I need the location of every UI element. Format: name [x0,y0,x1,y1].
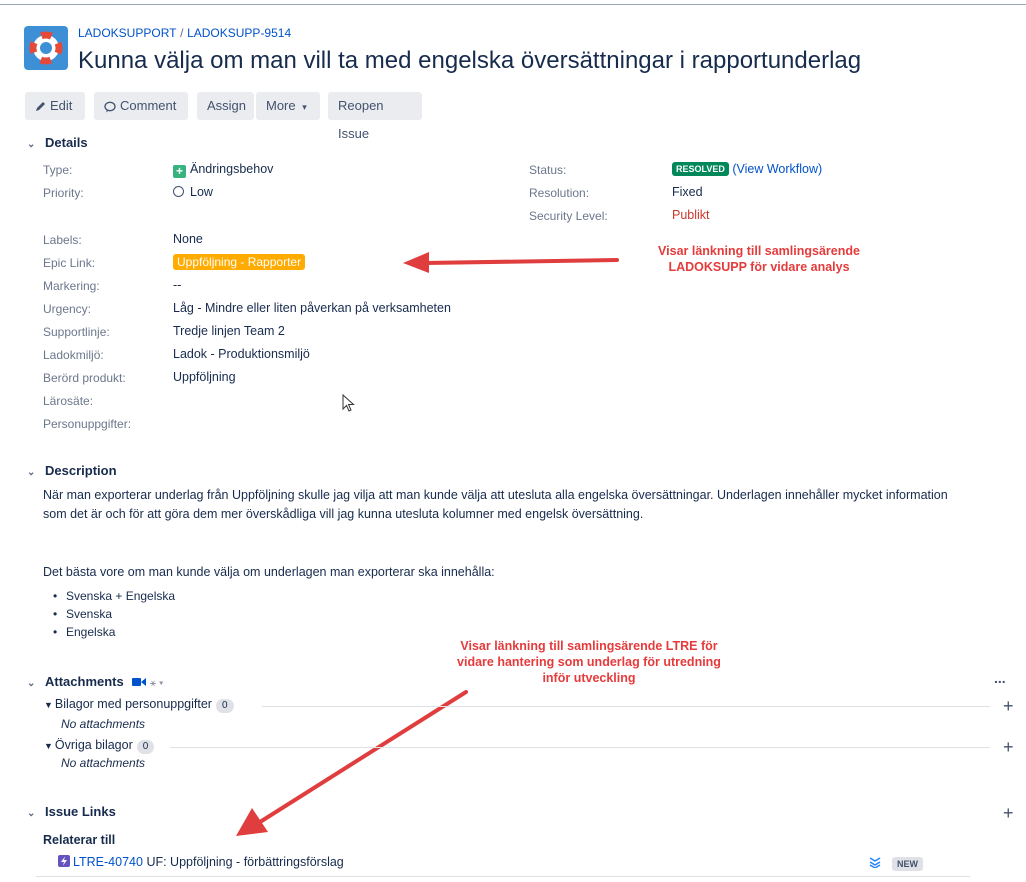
issue-title[interactable]: Kunna välja om man vill ta med engelska … [78,47,861,75]
personuppgifter-label: Personuppgifter: [43,417,132,431]
status-value: RESOLVED (View Workflow) [672,162,822,176]
comment-icon [104,101,116,113]
chevron-down-icon: ⌄ [27,808,36,819]
divider [36,876,970,877]
priority-lowest-icon [869,857,881,868]
priority-value: Low [173,185,213,199]
description-text-line-1: När man exporterar underlag från Uppfölj… [43,488,948,502]
project-avatar-icon[interactable] [24,26,68,70]
attachments-toggle[interactable]: ⌄ Attachments ⚹ ▾ [27,674,164,689]
chevron-down-icon: ▼ [44,741,53,751]
attachment-options-icon[interactable]: ⚹ ▾ [150,678,164,689]
no-attachments-text: No attachments [61,756,146,770]
attachment-group-bilagor-med-personuppgifter[interactable]: ▼ Bilagor med personuppgifter 0 [44,697,234,713]
type-value: + Ändringsbehov [173,162,273,178]
epic-link-badge[interactable]: Uppföljning - Rapporter [173,254,306,270]
description-text-line-2: som det är och för att göra dem mer över… [43,507,644,521]
pencil-icon [36,102,45,112]
mouse-cursor-icon [342,394,355,412]
assign-button[interactable]: Assign [197,92,254,120]
video-camera-icon[interactable] [132,677,147,687]
view-workflow-link[interactable]: (View Workflow) [732,162,822,176]
berord-produkt-value: Uppföljning [173,370,236,384]
chevron-down-icon: ⌄ [27,467,36,478]
security-level-label: Security Level: [529,209,608,223]
list-item: Engelska [53,625,115,639]
supportlinje-label: Supportlinje: [43,325,110,339]
markering-value: -- [173,278,182,292]
berord-produkt-label: Berörd produkt: [43,371,126,385]
ladokmiljo-value: Ladok - Produktionsmiljö [173,347,310,361]
resolution-label: Resolution: [529,186,590,200]
chevron-down-icon: ▾ [302,102,307,112]
chevron-down-icon: ⌄ [27,678,36,689]
resolution-value: Fixed [672,185,703,199]
urgency-label: Urgency: [43,302,92,316]
linked-issue-key[interactable]: LTRE-40740 [73,855,143,869]
chevron-down-icon: ▼ [44,700,53,710]
labels-value[interactable]: None [173,232,203,246]
chevron-down-icon: ⌄ [27,139,36,150]
details-toggle[interactable]: ⌄ Details [27,135,88,150]
reopen-issue-button[interactable]: Reopen Issue [328,92,422,141]
epic-link-label: Epic Link: [43,256,96,270]
add-attachment-plus-icon[interactable]: + [1003,738,1014,756]
supportlinje-value: Tredje linjen Team 2 [173,324,285,338]
add-issue-link-plus-icon[interactable]: + [1003,804,1014,822]
annotation-arrow-2 [236,690,468,836]
divider [262,706,990,707]
annotation-note-2: Visar länkning till samlingsärende LTRE … [457,639,721,685]
more-button[interactable]: More ▾ [256,92,320,120]
attachment-group-ovriga-bilagor[interactable]: ▼ Övriga bilagor 0 [44,738,155,754]
annotation-arrow-1 [403,252,619,273]
divider [170,747,990,748]
priority-label: Priority: [43,186,84,200]
security-level-value: Publikt [672,208,710,222]
priority-low-icon [173,186,184,197]
description-text-para-2: Det bästa vore om man kunde välja om und… [43,565,495,579]
annotation-note-1: Visar länkning till samlingsärende LADOK… [658,244,860,274]
no-attachments-text: No attachments [61,717,146,731]
breadcrumb-issue-key[interactable]: LADOKSUPP-9514 [187,26,291,40]
description-toggle[interactable]: ⌄ Description [27,463,117,478]
top-border [0,4,1026,5]
attachments-more-icon[interactable]: ... [994,670,1006,686]
linked-issue-summary[interactable]: UF: Uppföljning - förbättringsförslag [146,855,343,869]
breadcrumb-project[interactable]: LADOKSUPPORT [78,26,176,40]
plus-icon: + [173,165,186,178]
type-label: Type: [43,163,73,177]
attachment-count-badge: 0 [215,699,234,713]
status-badge: RESOLVED [672,162,729,176]
comment-button[interactable]: Comment [94,92,188,120]
add-attachment-plus-icon[interactable]: + [1003,697,1014,715]
status-label: Status: [529,163,567,177]
epic-link-value[interactable]: Uppföljning - Rapporter [173,254,306,270]
linked-issue-row[interactable]: LTRE-40740 UF: Uppföljning - förbättring… [58,855,344,869]
ladokmiljo-label: Ladokmiljö: [43,348,104,362]
urgency-value: Låg - Mindre eller liten påverkan på ver… [173,301,451,315]
breadcrumb-separator: / [180,26,184,40]
larosate-label: Lärosäte: [43,394,94,408]
relation-type-heading: Relaterar till [43,833,116,847]
list-item: Svenska [53,607,112,621]
list-item: Svenska + Engelska [53,589,175,603]
attachment-count-badge: 0 [136,740,155,754]
edit-button[interactable]: Edit [25,92,85,120]
markering-label: Markering: [43,279,100,293]
status-badge: NEW [892,857,923,871]
epic-lightning-icon [58,855,70,867]
linked-issue-status: NEW [892,855,923,871]
labels-label: Labels: [43,233,82,247]
issue-links-toggle[interactable]: ⌄ Issue Links [27,804,116,819]
breadcrumb: LADOKSUPPORT / LADOKSUPP-9514 [78,25,291,40]
